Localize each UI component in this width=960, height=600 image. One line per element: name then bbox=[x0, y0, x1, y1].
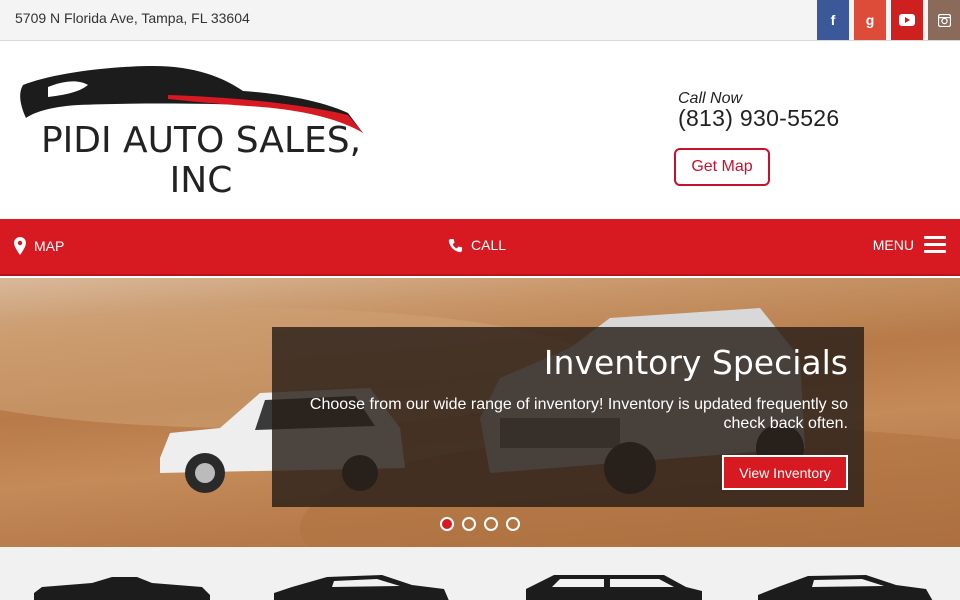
vehicle-type-strip bbox=[0, 547, 960, 600]
map-label: MAP bbox=[34, 238, 65, 254]
slide-dot-4[interactable] bbox=[506, 517, 520, 531]
social-links: f g bbox=[812, 0, 960, 40]
sedan-icon[interactable] bbox=[272, 573, 452, 600]
dealer-address: 5709 N Florida Ave, Tampa, FL 33604 bbox=[15, 10, 250, 26]
get-map-button[interactable]: Get Map bbox=[674, 148, 770, 186]
slider-dots bbox=[440, 517, 528, 531]
suv-icon[interactable] bbox=[524, 573, 704, 600]
main-nav: MAP CALL MENU bbox=[0, 219, 960, 276]
view-inventory-button[interactable]: View Inventory bbox=[722, 455, 848, 490]
promo-description: Choose from our wide range of inventory!… bbox=[309, 396, 848, 432]
slide-dot-1[interactable] bbox=[440, 517, 454, 531]
phone-icon bbox=[448, 238, 463, 252]
slide-dot-2[interactable] bbox=[462, 517, 476, 531]
menu-toggle[interactable]: MENU bbox=[873, 236, 946, 253]
site-header: PIDI AUTO SALES, INC Call Now (813) 930-… bbox=[0, 41, 960, 219]
top-bar: 5709 N Florida Ave, Tampa, FL 33604 f g bbox=[0, 0, 960, 41]
youtube-icon[interactable] bbox=[891, 0, 923, 40]
map-link[interactable]: MAP bbox=[14, 237, 64, 255]
call-label: CALL bbox=[471, 237, 507, 253]
facebook-icon[interactable]: f bbox=[817, 0, 849, 40]
promo-title: Inventory Specials bbox=[543, 343, 848, 382]
call-link[interactable]: CALL bbox=[448, 237, 506, 253]
hatchback-icon[interactable] bbox=[756, 573, 936, 600]
slide-dot-3[interactable] bbox=[484, 517, 498, 531]
convertible-icon[interactable] bbox=[32, 573, 212, 600]
dealer-logo[interactable]: PIDI AUTO SALES, INC bbox=[18, 63, 368, 203]
phone-number[interactable]: (813) 930-5526 bbox=[678, 105, 839, 132]
hamburger-icon bbox=[924, 236, 946, 253]
instagram-icon[interactable] bbox=[928, 0, 960, 40]
dealer-name: PIDI AUTO SALES, INC bbox=[40, 120, 362, 201]
google-plus-icon[interactable]: g bbox=[854, 0, 886, 40]
map-pin-icon bbox=[14, 237, 26, 255]
menu-label: MENU bbox=[872, 236, 914, 253]
hero-slider: Inventory Specials Choose from our wide … bbox=[0, 278, 960, 547]
promo-box: Inventory Specials Choose from our wide … bbox=[272, 327, 864, 507]
